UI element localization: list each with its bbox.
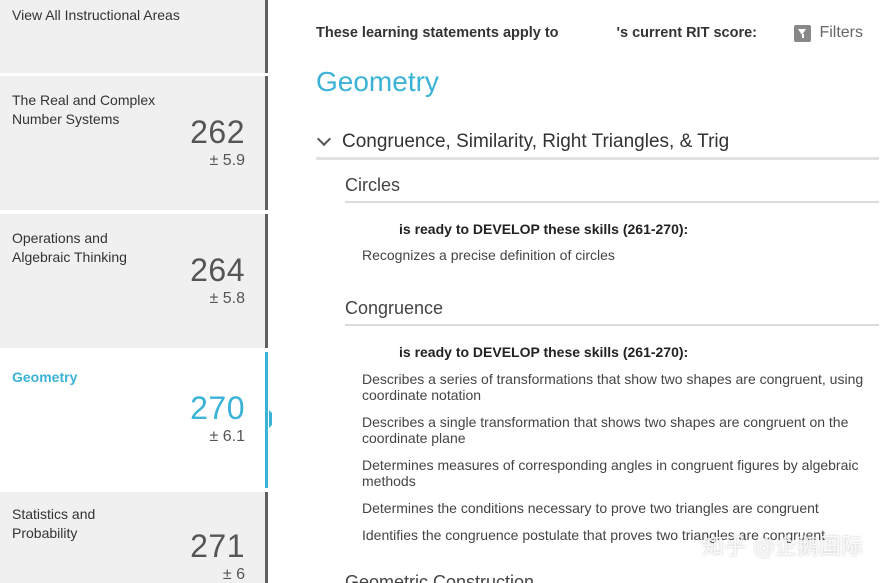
rit-score: 271: [190, 528, 245, 564]
section-title: Congruence, Similarity, Right Triangles,…: [342, 131, 730, 152]
subsection-header: Congruence: [345, 298, 879, 326]
filter-icon: [794, 24, 812, 42]
score-error: ± 6: [222, 566, 245, 583]
label-line: Algebraic Thinking: [12, 249, 127, 265]
sidebar-item-label: Operations and Algebraic Thinking: [12, 229, 127, 267]
label-line: Statistics and: [12, 506, 96, 522]
subsection-title: Congruence: [345, 298, 444, 318]
view-all-areas-label: View All Instructional Areas: [12, 7, 180, 23]
subsection-title: Geometric Construction: [345, 572, 535, 583]
label-line: Number Systems: [12, 111, 120, 127]
learning-statement: Determines measures of corresponding ang…: [362, 457, 859, 489]
score-error: ± 5.8: [209, 290, 245, 307]
main-content: These learning statements apply to 's cur…: [272, 0, 885, 583]
chevron-down-icon: [316, 131, 332, 147]
statement-prefix: These learning statements apply to: [316, 25, 559, 41]
learning-statement: Describes a series of transformations th…: [362, 371, 864, 403]
rit-score: 262: [190, 114, 245, 150]
page-title: Geometry: [316, 66, 439, 97]
filters-label: Filters: [819, 24, 863, 41]
view-all-areas-link[interactable]: View All Instructional Areas: [0, 0, 268, 73]
learning-statement: Describes a single transformation that s…: [362, 414, 849, 446]
statement-suffix: 's current RIT score:: [616, 25, 757, 41]
sidebar-item-label: Statistics and Probability: [12, 505, 95, 543]
sidebar-item-label: The Real and Complex Number Systems: [12, 91, 155, 129]
rit-score: 270: [190, 390, 245, 426]
sidebar-item-operations[interactable]: Operations and Algebraic Thinking 264 ± …: [0, 214, 268, 348]
score-error: ± 6.1: [209, 428, 245, 445]
sidebar: View All Instructional Areas The Real an…: [0, 0, 278, 583]
sidebar-item-real-complex[interactable]: The Real and Complex Number Systems 262 …: [0, 76, 268, 210]
learning-statement: Determines the conditions necessary to p…: [362, 500, 819, 516]
rit-statement-header: These learning statements apply to 's cur…: [316, 25, 757, 41]
section-toggle[interactable]: Congruence, Similarity, Right Triangles,…: [316, 128, 879, 160]
ready-statement: is ready to DEVELOP these skills (261-27…: [399, 344, 689, 360]
learning-statement: Recognizes a precise definition of circl…: [362, 247, 615, 263]
subsection-header: Circles: [345, 175, 879, 203]
label-line: The Real and Complex: [12, 92, 156, 108]
rit-score: 264: [190, 252, 245, 288]
label-line: Probability: [12, 525, 78, 541]
sidebar-item-geometry[interactable]: Geometry 270 ± 6.1: [0, 352, 268, 488]
sidebar-item-statistics[interactable]: Statistics and Probability 271 ± 6: [0, 492, 268, 583]
sidebar-item-label: Geometry: [12, 369, 78, 385]
ready-statement: is ready to DEVELOP these skills (261-27…: [399, 221, 689, 237]
watermark: 知乎 @企鹅国际: [702, 535, 863, 560]
filters-button[interactable]: Filters: [794, 24, 863, 42]
label-line: Operations and: [12, 230, 108, 246]
score-error: ± 5.9: [209, 152, 245, 169]
subsection-title: Circles: [345, 175, 401, 195]
